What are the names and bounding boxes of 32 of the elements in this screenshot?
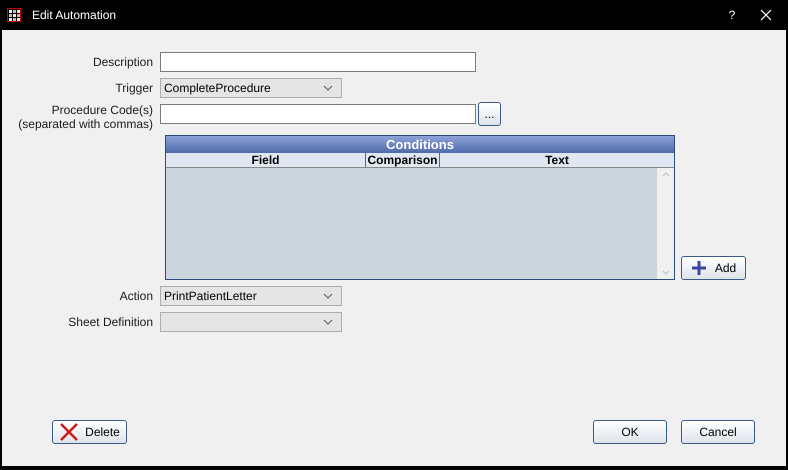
column-header[interactable]: Field	[166, 153, 366, 167]
browse-button[interactable]: ...	[478, 102, 501, 126]
close-icon[interactable]	[760, 9, 772, 21]
column-header[interactable]: Text	[440, 153, 674, 167]
scroll-up-icon[interactable]	[662, 172, 670, 177]
procedure-codes-label: Procedure Code(s)	[52, 103, 153, 117]
action-label: Action	[118, 288, 154, 305]
description-label: Description	[92, 54, 154, 71]
cancel-button[interactable]: Cancel	[681, 420, 755, 444]
procedure-codes-field[interactable]	[160, 104, 476, 124]
conditions-header: Conditions	[166, 136, 674, 153]
action-dropdown[interactable]: PrintPatientLetter	[160, 286, 342, 306]
description-field[interactable]	[160, 52, 476, 72]
grid-icon	[7, 8, 21, 22]
trigger-label: Trigger	[114, 80, 154, 97]
delete-button[interactable]: Delete	[52, 420, 127, 444]
trigger-dropdown[interactable]: CompleteProcedure	[160, 78, 342, 98]
window-title: Edit Automation	[32, 7, 116, 24]
add-button[interactable]: Add	[681, 256, 746, 280]
scrollbar[interactable]	[657, 168, 674, 279]
column-header[interactable]: Comparison	[366, 153, 440, 167]
chevron-down-icon	[323, 293, 333, 299]
plus-icon	[690, 260, 707, 276]
sheet-definition-dropdown[interactable]	[160, 312, 342, 332]
procedure-codes-hint: (separated with commas)	[18, 117, 153, 131]
chevron-down-icon	[323, 85, 333, 91]
help-button[interactable]: ?	[722, 6, 742, 24]
sheet-definition-label: Sheet Definition	[67, 314, 154, 331]
ok-button[interactable]: OK	[593, 420, 667, 444]
chevron-down-icon	[323, 319, 333, 325]
scroll-down-icon[interactable]	[662, 270, 670, 275]
x-icon	[59, 422, 80, 442]
